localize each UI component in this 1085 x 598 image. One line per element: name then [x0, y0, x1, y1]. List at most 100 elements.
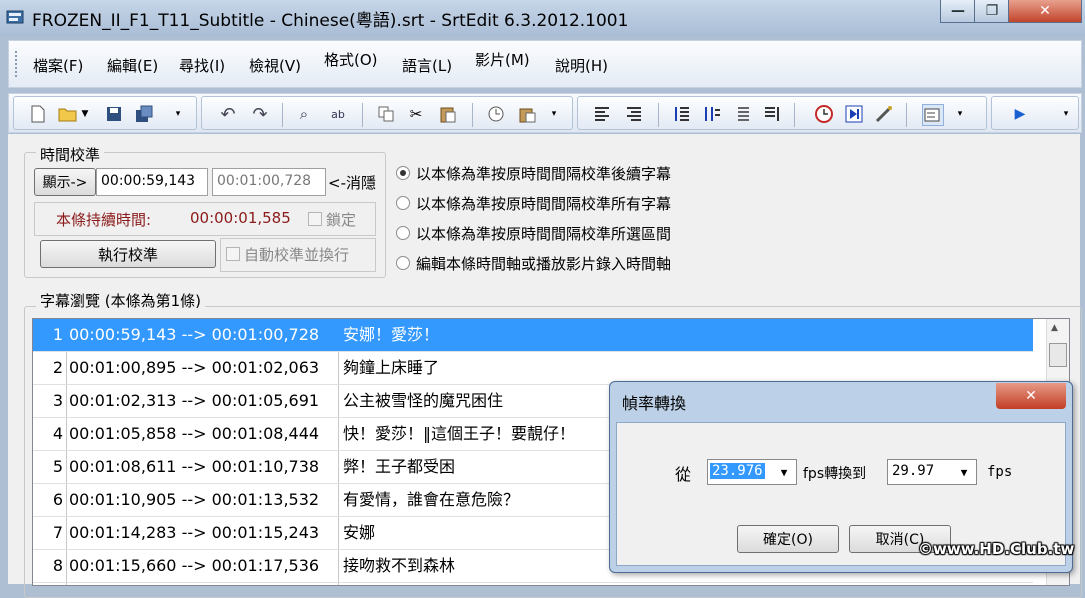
app-icon — [6, 10, 24, 24]
toolbar-group-file: ▼ ▾ — [13, 96, 197, 130]
row-text: 夠鐘上床睡了 — [343, 358, 440, 377]
calibrate-icon[interactable] — [922, 104, 944, 126]
align-right-icon[interactable] — [624, 104, 644, 124]
close-button[interactable]: ✕ — [1008, 0, 1082, 23]
menu-view[interactable]: 檢視(V) — [249, 55, 301, 76]
from-label: 從 — [675, 465, 692, 484]
separator — [282, 103, 283, 127]
save-icon[interactable] — [104, 104, 124, 124]
from-fps-value[interactable]: 23.976 — [710, 463, 765, 479]
menu-help[interactable]: 說明(H) — [555, 55, 608, 76]
dialog-title: 幀率轉換 — [622, 394, 687, 413]
target-time-input[interactable]: 00:01:00,728 — [212, 168, 326, 196]
indent-icon[interactable] — [732, 104, 752, 124]
auto-calibrate-checkbox[interactable] — [226, 247, 240, 261]
row-time: 00:01:08,611 --> 00:01:10,738 — [69, 457, 320, 476]
from-fps-combo[interactable]: 23.976 ▼ — [707, 459, 797, 485]
watermark: ©www.HD.Club.tw — [918, 540, 1075, 558]
title-bar: FROZEN_II_F1_T11_Subtitle - Chinese(粵語).… — [0, 0, 1085, 36]
separator — [658, 103, 659, 127]
find-icon[interactable]: ⌕ — [294, 104, 314, 124]
row-time: 00:01:10,905 --> 00:01:13,532 — [69, 490, 320, 509]
row-time: 00:01:14,283 --> 00:01:15,243 — [69, 523, 320, 542]
replace-icon[interactable]: ab — [328, 104, 348, 124]
duration-value: 00:00:01,585 — [190, 209, 291, 227]
toolbar: ▼ ▾ ↶ ↷ ⌕ ab ✂ ▾ ▾ ▶ ▾ — [8, 93, 1082, 133]
clear-label[interactable]: <-消隱 — [328, 172, 376, 193]
row-number: 3 — [52, 391, 63, 410]
menu-edit[interactable]: 編輯(E) — [107, 55, 158, 76]
option-radio-following[interactable] — [396, 166, 410, 180]
save-as-icon[interactable] — [134, 104, 154, 124]
option-radio-all[interactable] — [396, 196, 410, 210]
align-left-icon[interactable] — [592, 104, 612, 124]
execute-calibration-button[interactable]: 執行校準 — [40, 240, 216, 268]
undo-icon[interactable]: ↶ — [218, 104, 238, 125]
row-text: 弊！王子都受困 — [343, 457, 456, 476]
dialog-close-button[interactable]: ✕ — [996, 383, 1066, 409]
row-time: 00:00:59,143 --> 00:01:00,728 — [69, 325, 320, 344]
toolbar-overflow-icon[interactable]: ▾ — [954, 104, 966, 124]
window-title: FROZEN_II_F1_T11_Subtitle - Chinese(粵語).… — [32, 11, 629, 31]
redo-icon[interactable]: ↷ — [250, 104, 270, 125]
option-label-all: 以本條為準按原時間間隔校準所有字幕 — [416, 195, 672, 213]
row-number: 2 — [52, 358, 63, 377]
open-dropdown-icon[interactable]: ▼ — [80, 104, 90, 124]
play-icon[interactable]: ▶ — [1010, 104, 1030, 124]
menu-language[interactable]: 語言(L) — [402, 55, 452, 76]
scroll-up-icon[interactable]: ▲ — [1051, 323, 1058, 333]
convert-to-label: fps轉換到 — [803, 466, 867, 482]
row-number: 8 — [52, 556, 63, 575]
chevron-down-icon[interactable]: ▼ — [774, 462, 794, 482]
row-number: 7 — [52, 523, 63, 542]
table-row[interactable]: 1 00:00:59,143 --> 00:01:00,728 安娜！愛莎！ — [33, 319, 1033, 352]
separator — [906, 103, 907, 127]
open-folder-icon[interactable] — [58, 104, 78, 124]
cut-icon[interactable]: ✂ — [406, 104, 426, 124]
lock-checkbox[interactable] — [308, 212, 322, 226]
timing-group-title: 時間校準 — [36, 144, 105, 165]
option-label-following: 以本條為準按原時間間隔校準後續字幕 — [416, 165, 672, 183]
menu-file[interactable]: 檔案(F) — [33, 55, 83, 76]
wizard-icon[interactable] — [874, 104, 894, 124]
merge-line-icon[interactable] — [702, 104, 722, 124]
toolbar-overflow-icon[interactable]: ▾ — [1060, 104, 1072, 124]
row-text: 接吻救不到森林 — [343, 556, 456, 575]
show-time-button[interactable]: 顯示-> — [34, 168, 96, 196]
menu-format[interactable]: 格式(O) — [324, 49, 378, 70]
subtitles-group-title: 字幕瀏覽 (本條為第1條) — [36, 290, 206, 311]
toolbar-overflow-icon[interactable]: ▾ — [172, 104, 184, 124]
scroll-thumb[interactable] — [1049, 343, 1067, 367]
to-fps-value[interactable]: 29.97 — [892, 463, 934, 479]
row-time: 00:01:05,858 --> 00:01:08,444 — [69, 424, 320, 443]
paste-icon[interactable] — [438, 104, 458, 124]
current-time-input[interactable]: 00:00:59,143 — [96, 168, 208, 196]
option-label-edit: 編輯本條時間軸或播放影片錄入時間軸 — [416, 255, 672, 273]
maximize-button[interactable]: ❐ — [974, 0, 1010, 23]
toolbar-overflow-icon[interactable]: ▾ — [548, 104, 560, 124]
new-file-icon[interactable] — [28, 104, 48, 124]
copy-time-icon[interactable] — [486, 104, 506, 124]
copy-icon[interactable] — [376, 104, 396, 124]
ok-button[interactable]: 確定(O) — [737, 525, 839, 553]
option-radio-range[interactable] — [396, 226, 410, 240]
option-radio-edit[interactable] — [396, 256, 410, 270]
paste-time-icon[interactable] — [518, 104, 538, 124]
chevron-down-icon[interactable]: ▼ — [954, 462, 974, 482]
split-line-icon[interactable] — [672, 104, 692, 124]
fps-unit-label: fps — [987, 464, 1013, 480]
menubar-grip[interactable] — [15, 51, 21, 77]
row-time: 00:01:15,660 --> 00:01:17,536 — [69, 556, 320, 575]
menu-video[interactable]: 影片(M) — [475, 49, 530, 70]
auto-calibrate-label: 自動校準並換行 — [244, 246, 350, 264]
clock-icon[interactable] — [814, 104, 834, 124]
row-number: 6 — [52, 490, 63, 509]
to-fps-combo[interactable]: 29.97 ▼ — [887, 459, 977, 485]
line-break-icon[interactable] — [762, 104, 782, 124]
row-text: 有愛情，誰會在意危險？ — [343, 490, 520, 509]
menu-find[interactable]: 尋找(I) — [179, 55, 225, 76]
lock-label: 鎖定 — [326, 211, 357, 229]
sync-icon[interactable] — [844, 104, 864, 124]
minimize-button[interactable]: — — [940, 0, 976, 23]
row-time: 00:01:00,895 --> 00:01:02,063 — [69, 358, 320, 377]
